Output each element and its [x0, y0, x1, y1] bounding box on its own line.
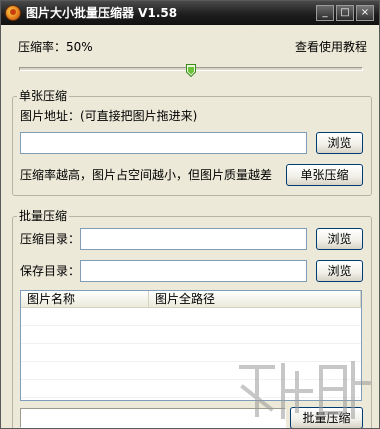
- window-controls: _ □ ×: [316, 5, 374, 21]
- column-image-path[interactable]: 图片全路径: [149, 291, 361, 308]
- source-dir-browse-button[interactable]: 浏览: [316, 228, 363, 250]
- list-header: 图片名称 图片全路径: [21, 291, 361, 308]
- quality-hint-text: 压缩率越高，图片占空间越小，但图片质量越差: [20, 168, 273, 182]
- list-item: [21, 309, 361, 326]
- source-dir-label: 压缩目录：: [20, 232, 81, 246]
- single-group-title: 单张压缩: [17, 88, 70, 104]
- compression-rate-label: 压缩率：50%: [18, 40, 93, 54]
- help-tutorial-link[interactable]: 查看使用教程: [295, 39, 367, 55]
- maximize-button[interactable]: □: [336, 5, 354, 21]
- slider-thumb[interactable]: [186, 64, 196, 77]
- column-image-name[interactable]: 图片名称: [21, 291, 149, 308]
- app-logo-icon: [5, 5, 21, 21]
- app-window: 图片大小批量压缩器 V1.58 _ □ × 压缩率：50% 查看使用教程 单张压…: [0, 0, 380, 429]
- batch-group-title: 批量压缩: [17, 208, 70, 224]
- minimize-button[interactable]: _: [316, 5, 334, 21]
- source-dir-input[interactable]: [80, 228, 307, 250]
- image-path-input[interactable]: [20, 132, 307, 154]
- watermark-logo-icon: [239, 361, 371, 419]
- single-compress-button[interactable]: 单张压缩: [286, 164, 363, 186]
- close-button[interactable]: ×: [356, 5, 374, 21]
- image-path-label: 图片地址：(可直接把图片拖进来): [20, 109, 198, 123]
- save-dir-browse-button[interactable]: 浏览: [316, 260, 363, 282]
- list-item: [21, 327, 361, 344]
- single-browse-button[interactable]: 浏览: [316, 132, 363, 154]
- title-bar[interactable]: 图片大小批量压缩器 V1.58 _ □ ×: [1, 1, 379, 25]
- window-title: 图片大小批量压缩器 V1.58: [26, 6, 178, 20]
- save-dir-label: 保存目录：: [20, 264, 81, 278]
- save-dir-input[interactable]: [80, 260, 307, 282]
